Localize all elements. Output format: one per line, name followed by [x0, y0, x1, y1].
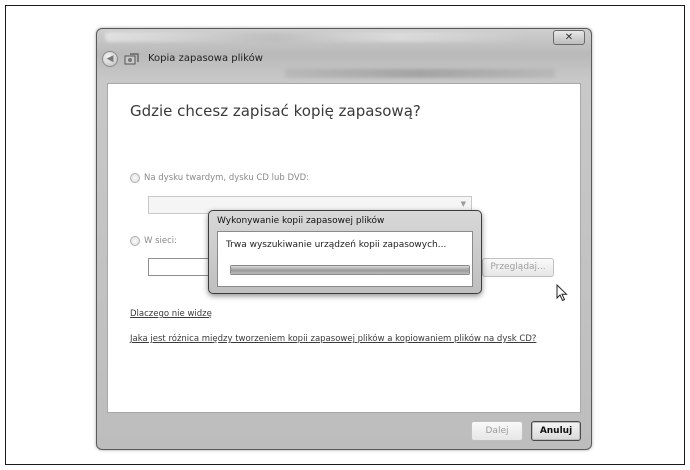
page-heading: Gdzie chcesz zapisać kopię zapasową? [130, 102, 421, 120]
progress-message: Trwa wyszukiwanie urządzeń kopii zapasow… [226, 240, 447, 250]
back-button[interactable]: ◀ [102, 51, 118, 67]
backup-app-icon [124, 52, 140, 66]
option-network-label: W sieci: [144, 236, 178, 246]
progress-dialog: Wykonywanie kopii zapasowej plików Trwa … [208, 210, 482, 294]
window-title: Kopia zapasowa plików [148, 53, 263, 64]
chevron-down-icon: ▼ [460, 200, 466, 208]
titlebar [105, 32, 525, 42]
option-network[interactable]: W sieci: [130, 236, 177, 246]
radio-network[interactable] [130, 236, 140, 246]
address-bar [285, 69, 555, 78]
wizard-footer: Dalej Anuluj [107, 413, 581, 445]
mouse-pointer-icon [556, 283, 568, 306]
close-icon: ✕ [564, 32, 574, 43]
link-why-not-see[interactable]: Dlaczego nie widzę [130, 309, 212, 319]
cancel-button[interactable]: Anuluj [531, 421, 581, 441]
browse-button[interactable]: Przeglądaj... [482, 258, 554, 277]
close-button[interactable]: ✕ [553, 30, 585, 45]
next-button[interactable]: Dalej [471, 421, 523, 441]
radio-local[interactable] [130, 173, 140, 183]
link-difference[interactable]: Jaka jest różnica między tworzeniem kopi… [130, 334, 536, 344]
progress-bar [230, 265, 470, 275]
option-local[interactable]: Na dysku twardym, dysku CD lub DVD: [130, 173, 309, 183]
progress-dialog-title: Wykonywanie kopii zapasowej plików [217, 216, 385, 226]
progress-dialog-body: Trwa wyszukiwanie urządzeń kopii zapasow… [217, 231, 473, 287]
progress-bar-fill [231, 266, 469, 274]
option-local-label: Na dysku twardym, dysku CD lub DVD: [144, 173, 310, 183]
back-arrow-icon: ◀ [106, 54, 114, 64]
